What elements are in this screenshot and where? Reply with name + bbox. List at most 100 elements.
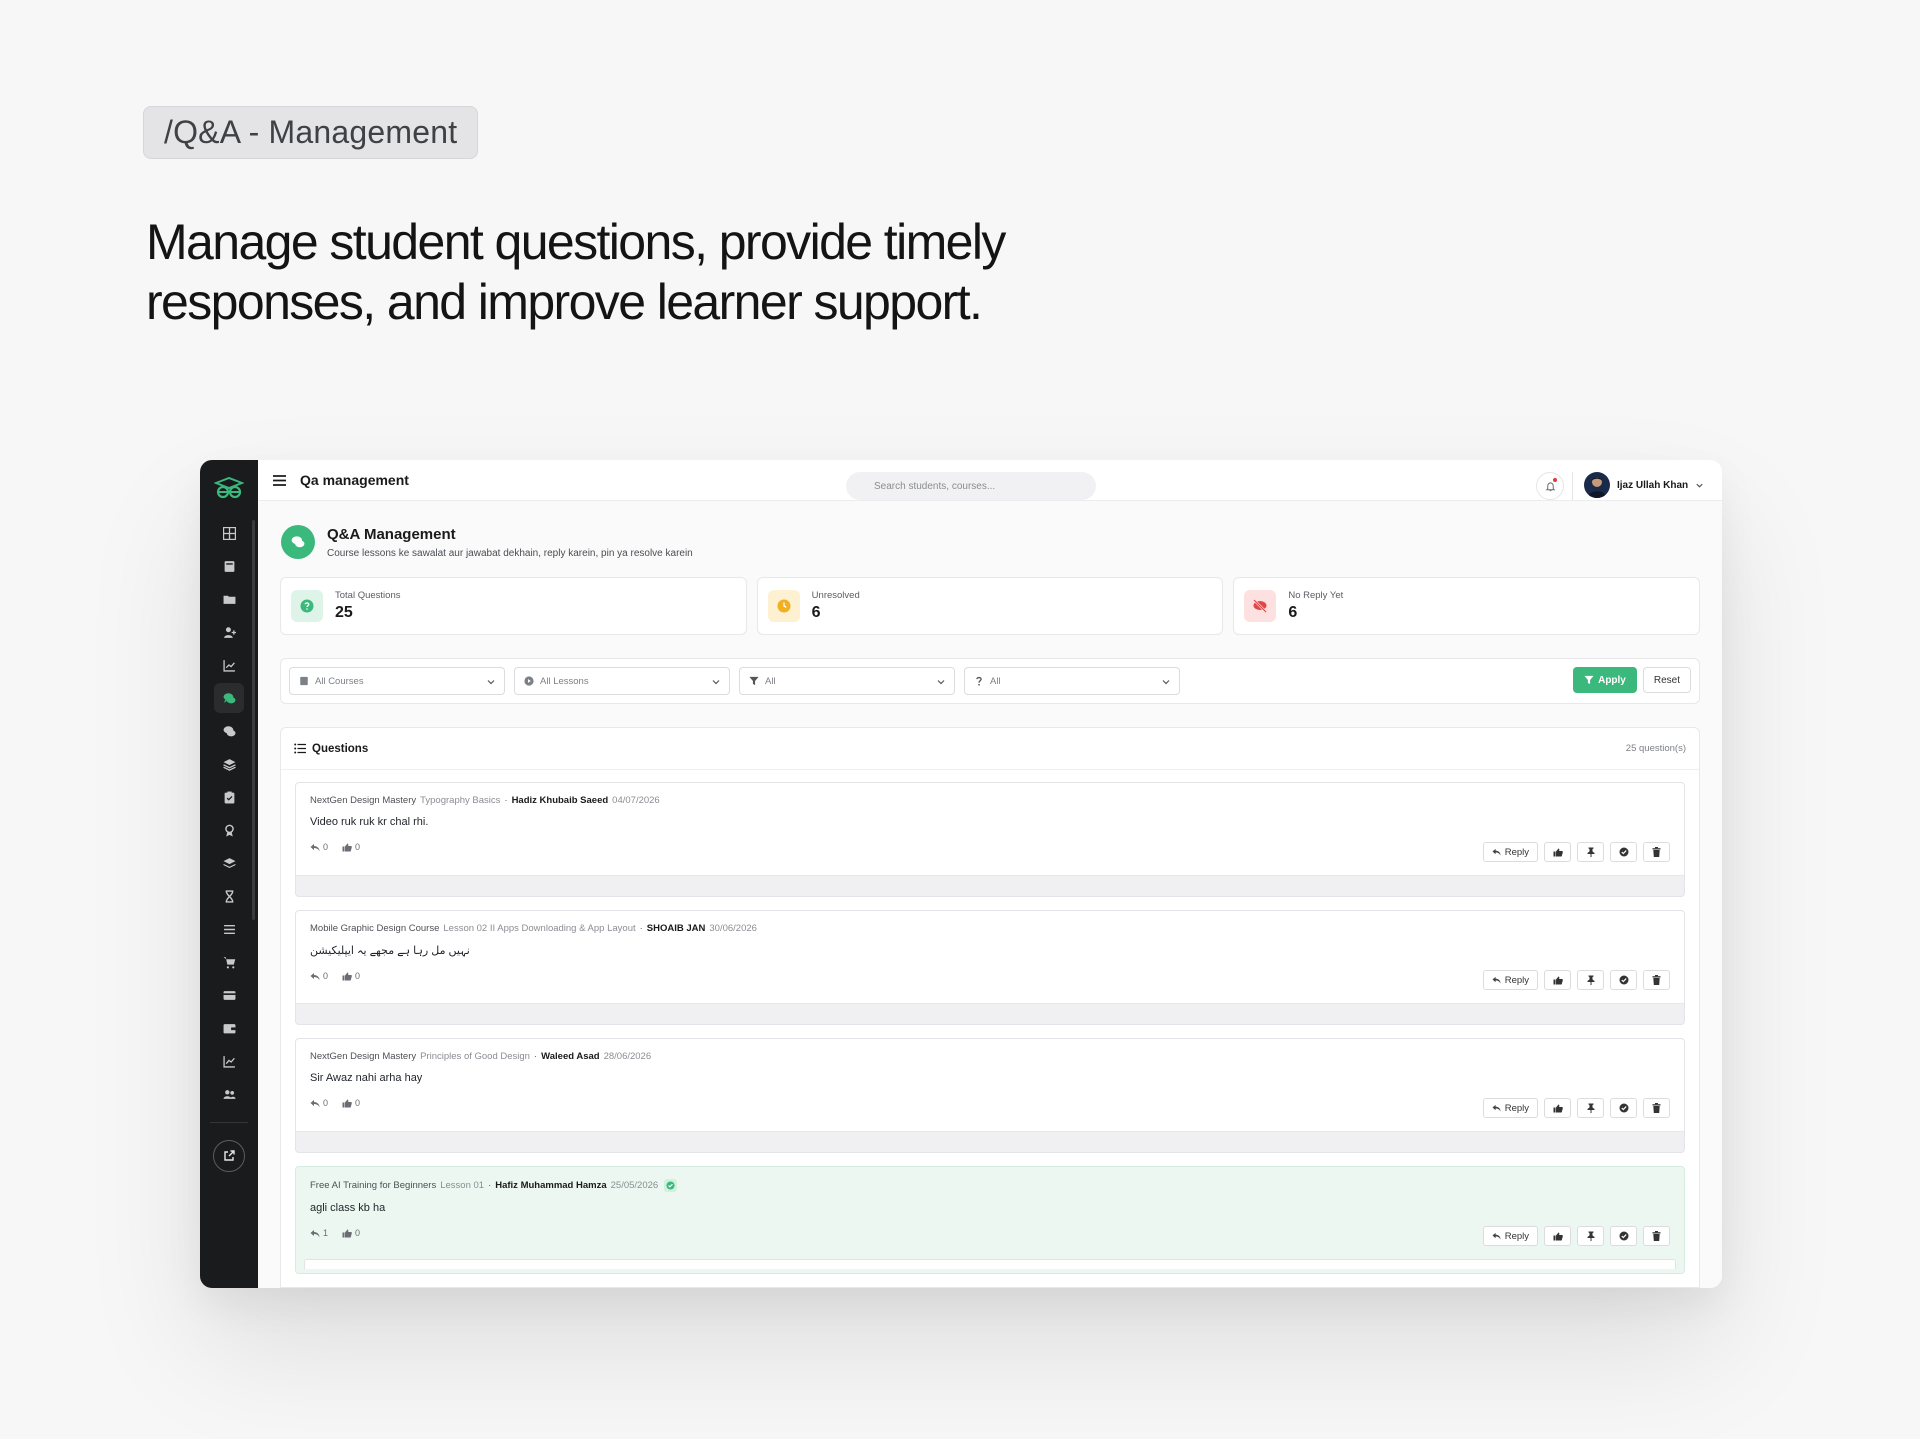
question-course[interactable]: NextGen Design Mastery: [310, 1051, 416, 1062]
sidebar-item-list[interactable]: [214, 914, 244, 944]
resolve-button[interactable]: [1610, 1226, 1637, 1246]
delete-button[interactable]: [1643, 842, 1670, 862]
delete-button[interactable]: [1643, 1098, 1670, 1118]
app-logo[interactable]: [213, 472, 245, 504]
sidebar-item-courses[interactable]: [214, 551, 244, 581]
folder-icon: [223, 595, 235, 604]
user-menu[interactable]: Ijaz Ullah Khan: [1584, 472, 1704, 498]
delete-button[interactable]: [1643, 1226, 1670, 1246]
sidebar-item-orders[interactable]: [214, 947, 244, 977]
resolve-button[interactable]: [1610, 970, 1637, 990]
reply-button[interactable]: Reply: [1482, 1226, 1538, 1246]
qa-header-icon: [281, 525, 315, 559]
questions-title: Questions: [312, 742, 369, 755]
sidebar-item-pending[interactable]: [214, 881, 244, 911]
reply-icon: [1492, 848, 1501, 856]
question-footer: [296, 1003, 1684, 1024]
question-item[interactable]: Mobile Graphic Design Course Lesson 02 I…: [295, 910, 1685, 1025]
sidebar-item-analytics[interactable]: [214, 650, 244, 680]
question-text: Video ruk ruk kr chal rhi.: [310, 816, 429, 828]
sidebar-item-layers[interactable]: [214, 749, 244, 779]
pin-button[interactable]: [1577, 842, 1604, 862]
pin-button[interactable]: [1577, 970, 1604, 990]
external-link-icon: [224, 1150, 235, 1161]
lesson-filter-select[interactable]: All Lessons: [514, 667, 730, 695]
external-link-button[interactable]: [213, 1140, 245, 1172]
sidebar-item-dashboard[interactable]: [214, 518, 244, 548]
apply-button[interactable]: Apply: [1573, 667, 1637, 693]
pin-button[interactable]: [1577, 1098, 1604, 1118]
resolve-button[interactable]: [1610, 842, 1637, 862]
sidebar-item-payments[interactable]: [214, 980, 244, 1010]
resolved-badge-icon: [664, 1179, 678, 1192]
sidebar-item-add-user[interactable]: [214, 617, 244, 647]
like-count: 0: [355, 1228, 361, 1238]
like-button[interactable]: [1544, 970, 1571, 990]
sidebar-item-messages[interactable]: [214, 716, 244, 746]
book-icon: [224, 560, 234, 572]
reply-button[interactable]: Reply: [1482, 970, 1538, 990]
question-course[interactable]: Free AI Training for Beginners: [310, 1180, 436, 1191]
status-filter-value: All: [765, 675, 776, 687]
stats-row: Total Questions 25 Unresolved 6 No Reply…: [280, 577, 1701, 635]
sidebar: [200, 460, 258, 1288]
user-plus-icon: [223, 626, 236, 638]
bell-icon: [1545, 481, 1555, 491]
question-actions: Reply: [1482, 970, 1670, 990]
chevron-down-icon: [937, 680, 945, 685]
question-lesson[interactable]: Lesson 02 II Apps Downloading & App Layo…: [443, 923, 635, 934]
resolve-button[interactable]: [1610, 1098, 1637, 1118]
question-text: نہیں مل رہا ہے مجھے یہ ایپلیکیشن: [310, 945, 470, 957]
question-lesson[interactable]: Lesson 01: [440, 1180, 484, 1191]
menu-toggle[interactable]: [270, 471, 288, 489]
notifications-button[interactable]: [1536, 472, 1564, 500]
stat-card-unresolved: Unresolved 6: [756, 577, 1224, 635]
like-count-icon: [342, 972, 352, 980]
like-count: 0: [355, 842, 361, 852]
question-course[interactable]: NextGen Design Mastery: [310, 795, 416, 806]
like-button[interactable]: [1544, 1226, 1571, 1246]
question-author: Waleed Asad: [541, 1051, 600, 1062]
question-course[interactable]: Mobile Graphic Design Course: [310, 923, 439, 934]
question-item[interactable]: NextGen Design Mastery Typography Basics…: [295, 782, 1685, 897]
reset-button[interactable]: Reset: [1642, 667, 1691, 693]
sidebar-item-assignments[interactable]: [214, 782, 244, 812]
lesson-filter-value: All Lessons: [540, 675, 589, 687]
stack-icon: [223, 857, 235, 868]
play-circle-icon: [524, 676, 534, 686]
sidebar-item-users[interactable]: [214, 1079, 244, 1109]
like-button[interactable]: [1544, 1098, 1571, 1118]
stat-card-total: Total Questions 25: [280, 577, 747, 635]
like-button[interactable]: [1544, 842, 1571, 862]
section-tag: /Q&A - Management: [143, 106, 479, 159]
reply-count: 1: [323, 1228, 329, 1238]
reply-filter-select[interactable]: All: [964, 667, 1180, 695]
sidebar-item-certificates[interactable]: [214, 815, 244, 845]
questions-list: NextGen Design Mastery Typography Basics…: [281, 770, 1699, 1274]
sidebar-item-modules[interactable]: [214, 848, 244, 878]
question-item[interactable]: NextGen Design Mastery Principles of Goo…: [295, 1038, 1685, 1153]
thumbs-up-icon: [1553, 848, 1563, 856]
reply-button[interactable]: Reply: [1482, 842, 1538, 862]
question-date: 28/06/2026: [603, 1051, 652, 1062]
delete-button[interactable]: [1643, 970, 1670, 990]
search-input[interactable]: [846, 472, 1096, 500]
page-title: Q&A Management: [327, 526, 456, 543]
question-lesson[interactable]: Typography Basics: [420, 795, 500, 806]
pin-button[interactable]: [1577, 1226, 1604, 1246]
no-comment-icon: [1244, 590, 1277, 622]
question-item-resolved[interactable]: Free AI Training for Beginners Lesson 01…: [295, 1166, 1685, 1274]
stat-card-no-reply: No Reply Yet 6: [1233, 577, 1701, 635]
question-meta: NextGen Design Mastery Principles of Goo…: [310, 1051, 1670, 1062]
sidebar-item-folders[interactable]: [214, 584, 244, 614]
sidebar-item-wallet[interactable]: [214, 1013, 244, 1043]
question-lesson[interactable]: Principles of Good Design: [420, 1051, 530, 1062]
sidebar-item-qa[interactable]: [214, 683, 244, 713]
status-filter-select[interactable]: All: [739, 667, 955, 695]
book-icon: [300, 676, 308, 686]
reply-button[interactable]: Reply: [1482, 1098, 1538, 1118]
sidebar-scrollbar[interactable]: [252, 520, 255, 920]
sidebar-item-reports[interactable]: [214, 1046, 244, 1076]
user-name: Ijaz Ullah Khan: [1617, 479, 1689, 491]
course-filter-select[interactable]: All Courses: [289, 667, 505, 695]
